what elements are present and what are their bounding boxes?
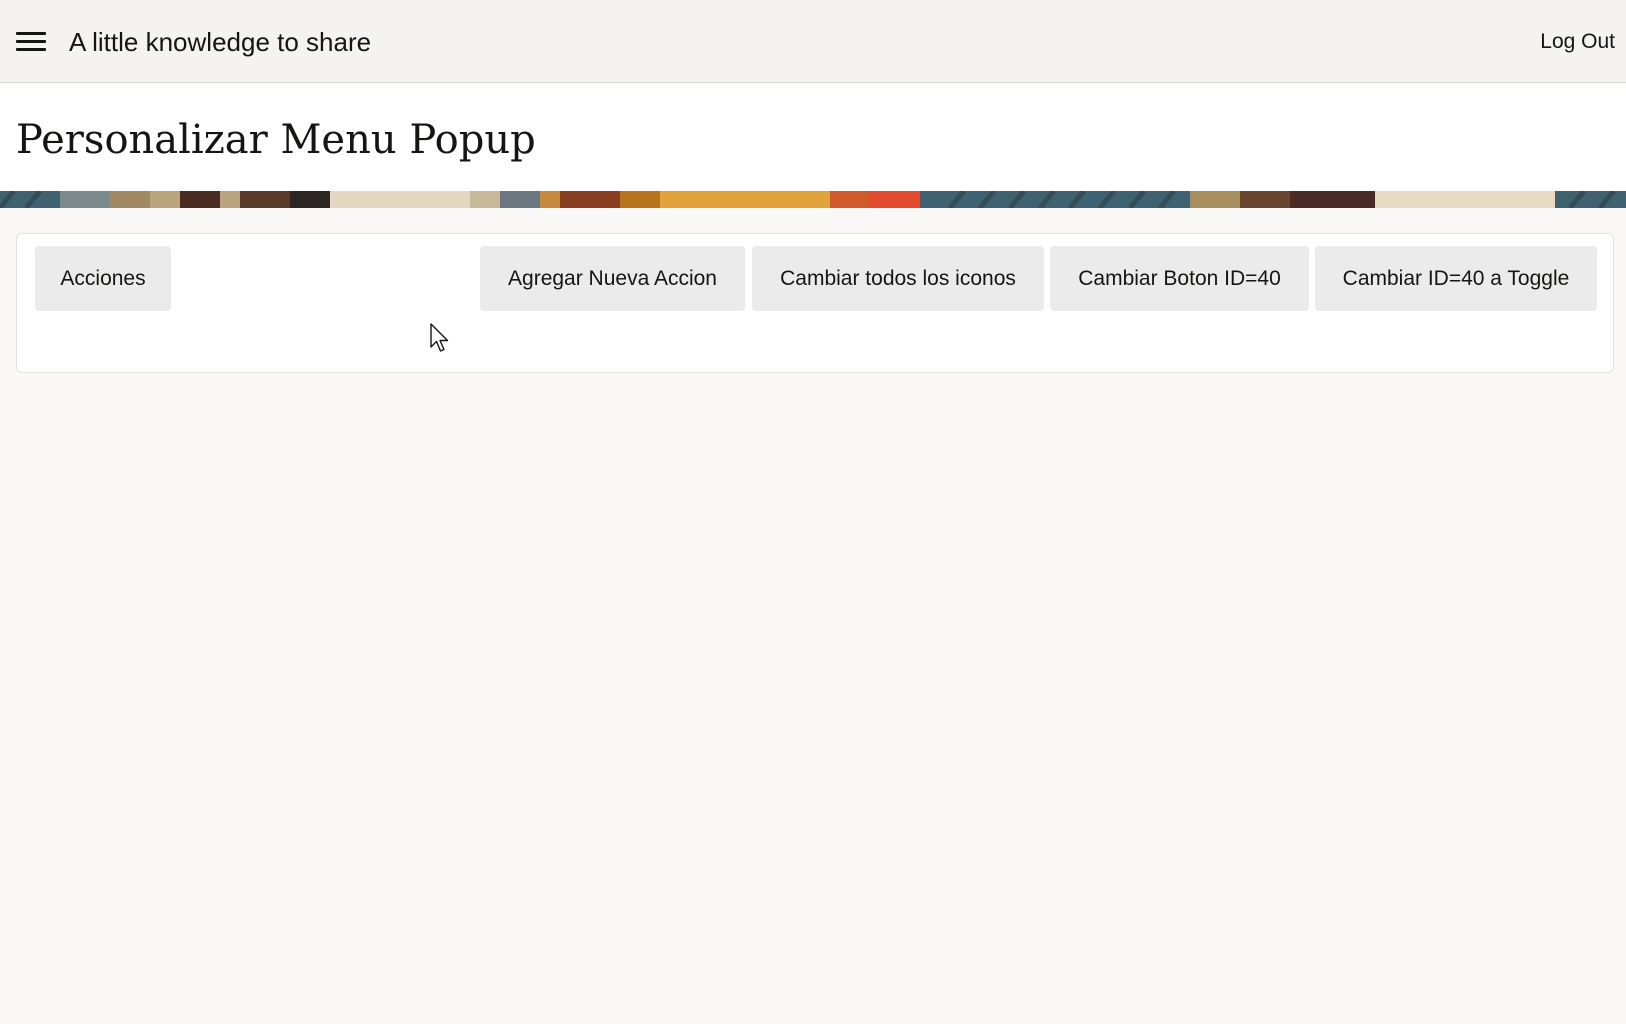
- decorative-banner: [0, 191, 1626, 208]
- agregar-nueva-accion-button[interactable]: Agregar Nueva Accion: [480, 246, 745, 311]
- hamburger-menu-icon[interactable]: [12, 25, 50, 59]
- top-bar: A little knowledge to share Log Out: [0, 0, 1626, 83]
- mouse-cursor-icon: [430, 323, 449, 352]
- banner-pattern: [0, 191, 1626, 208]
- logout-link[interactable]: Log Out: [1540, 26, 1615, 58]
- cambiar-todos-iconos-button[interactable]: Cambiar todos los iconos: [752, 246, 1044, 311]
- app-title[interactable]: A little knowledge to share: [69, 24, 371, 60]
- acciones-button[interactable]: Acciones: [35, 246, 171, 311]
- button-region: Acciones Agregar Nueva Accion Cambiar to…: [16, 233, 1614, 373]
- cambiar-id40-toggle-button[interactable]: Cambiar ID=40 a Toggle: [1315, 246, 1597, 311]
- page-title: Personalizar Menu Popup: [16, 117, 536, 163]
- page-header: Personalizar Menu Popup: [0, 84, 1626, 191]
- cambiar-boton-id40-button[interactable]: Cambiar Boton ID=40: [1050, 246, 1309, 311]
